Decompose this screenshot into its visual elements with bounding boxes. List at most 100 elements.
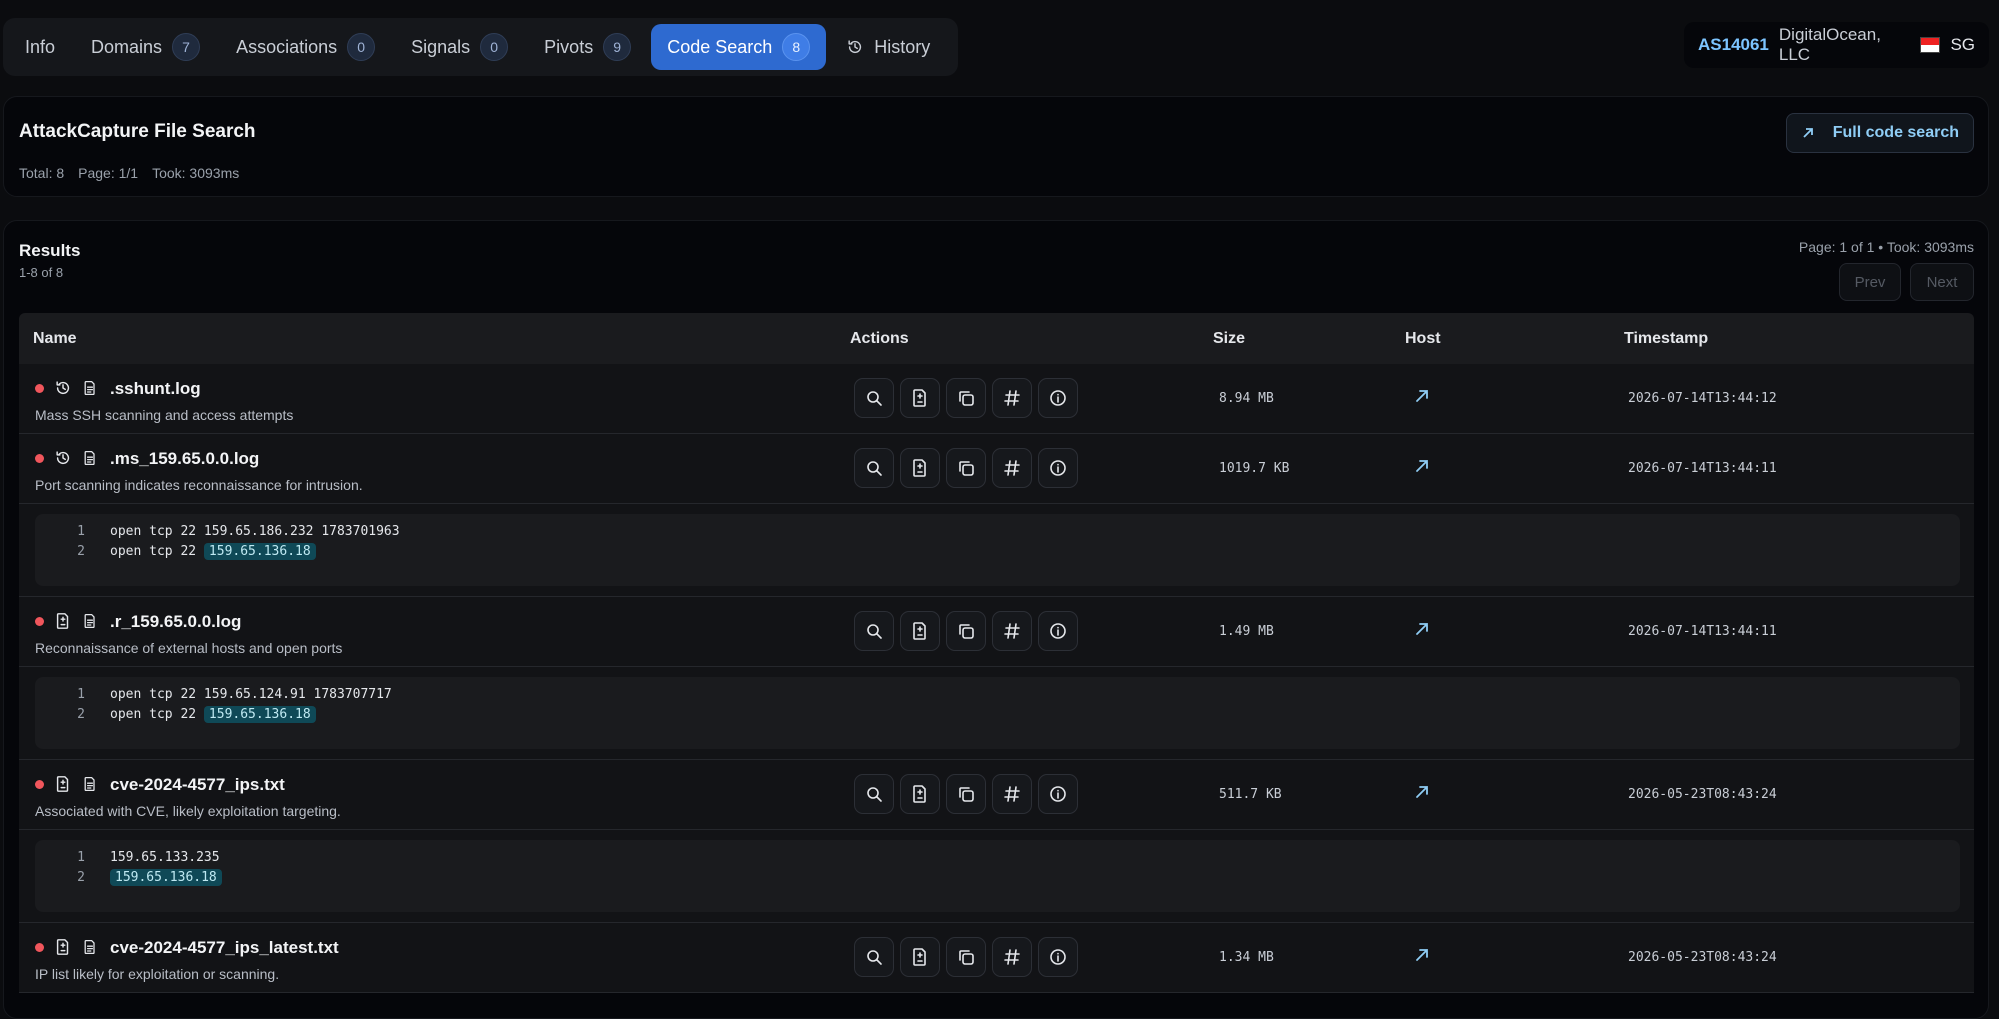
file-text-icon bbox=[84, 939, 95, 955]
arrow-up-right-icon[interactable] bbox=[1412, 456, 1432, 476]
tab-domains[interactable]: Domains 7 bbox=[75, 24, 216, 70]
code-line: 1 open tcp 22 159.65.124.91 1783707717 bbox=[35, 684, 392, 704]
copy-button[interactable] bbox=[946, 611, 986, 651]
copy-icon bbox=[959, 391, 974, 406]
arrow-up-right-icon[interactable] bbox=[1412, 386, 1432, 406]
copy-button[interactable] bbox=[946, 448, 986, 488]
hash-button[interactable] bbox=[992, 448, 1032, 488]
file-name[interactable]: .ms_159.65.0.0.log bbox=[110, 449, 259, 469]
info-button[interactable] bbox=[1038, 448, 1078, 488]
hash-button[interactable] bbox=[992, 378, 1032, 418]
search-title: AttackCapture File Search bbox=[19, 121, 256, 142]
tab-history[interactable]: History bbox=[830, 24, 946, 70]
file-diff-icon bbox=[913, 389, 926, 407]
tab-count-badge: 0 bbox=[480, 33, 509, 61]
table-row[interactable]: .sshunt.log Mass SSH scanning and access … bbox=[19, 364, 1974, 434]
info-button[interactable] bbox=[1038, 611, 1078, 651]
column-timestamp[interactable]: Timestamp bbox=[1624, 330, 1708, 348]
tab-pivots[interactable]: Pivots 9 bbox=[528, 24, 647, 70]
results-table: Name Actions Size Host Timestamp .sshunt… bbox=[19, 313, 1974, 993]
diff-button[interactable] bbox=[900, 774, 940, 814]
hash-button[interactable] bbox=[992, 611, 1032, 651]
info-button[interactable] bbox=[1038, 378, 1078, 418]
next-button[interactable]: Next bbox=[1910, 263, 1974, 301]
code-line: 1 159.65.133.235 bbox=[35, 847, 220, 867]
code-plain: open tcp 22 159.65.186.232 1783701963 bbox=[110, 523, 400, 539]
status-dot bbox=[35, 454, 44, 463]
tab-info[interactable]: Info bbox=[9, 24, 71, 70]
line-number: 1 bbox=[77, 523, 85, 539]
column-name[interactable]: Name bbox=[33, 330, 77, 348]
file-diff-icon bbox=[913, 785, 926, 803]
hash-button[interactable] bbox=[992, 937, 1032, 977]
hash-icon bbox=[1004, 460, 1020, 476]
file-diff-icon bbox=[913, 948, 926, 966]
file-size: 1.49 MB bbox=[1219, 624, 1274, 639]
file-name[interactable]: cve-2024-4577_ips.txt bbox=[110, 775, 285, 795]
table-row[interactable]: cve-2024-4577_ips_latest.txt IP list like… bbox=[19, 923, 1974, 993]
search-button[interactable] bbox=[854, 378, 894, 418]
diff-button[interactable] bbox=[900, 611, 940, 651]
info-button[interactable] bbox=[1038, 937, 1078, 977]
search-button[interactable] bbox=[854, 774, 894, 814]
code-plain: open tcp 22 bbox=[110, 706, 204, 722]
table-row[interactable]: .r_159.65.0.0.log Reconnaissance of exter… bbox=[19, 597, 1974, 667]
asn-org: DigitalOcean, LLC bbox=[1778, 25, 1881, 64]
file-name[interactable]: cve-2024-4577_ips_latest.txt bbox=[110, 938, 339, 958]
column-size[interactable]: Size bbox=[1213, 330, 1245, 348]
line-number: 1 bbox=[77, 849, 85, 865]
singapore-flag-icon bbox=[1919, 37, 1941, 53]
copy-button[interactable] bbox=[946, 774, 986, 814]
hash-button[interactable] bbox=[992, 774, 1032, 814]
tab-label: Associations bbox=[236, 36, 338, 57]
code-snippet: 1 open tcp 22 159.65.124.91 1783707717 2 op… bbox=[19, 667, 1974, 760]
code-plain: 159.65.133.235 bbox=[110, 849, 220, 865]
full-code-search-button[interactable]: Full code search bbox=[1785, 113, 1974, 153]
table-row[interactable]: .ms_159.65.0.0.log Port scanning indicate… bbox=[19, 434, 1974, 504]
line-number: 1 bbox=[77, 686, 85, 702]
search-page: Page: 1/1 bbox=[78, 165, 139, 181]
diff-button[interactable] bbox=[900, 448, 940, 488]
code-text: 159.65.133.235 bbox=[110, 850, 220, 865]
arrow-up-right-icon[interactable] bbox=[1412, 945, 1432, 965]
file-name[interactable]: .sshunt.log bbox=[110, 379, 201, 399]
diff-button[interactable] bbox=[900, 378, 940, 418]
arrow-up-right-icon[interactable] bbox=[1412, 619, 1432, 639]
copy-icon bbox=[959, 950, 974, 965]
asn-number[interactable]: AS14061 bbox=[1698, 35, 1769, 55]
file-diff-icon bbox=[56, 776, 69, 792]
file-size: 8.94 MB bbox=[1219, 391, 1274, 406]
asn-info: AS14061 DigitalOcean, LLC SG bbox=[1684, 22, 1989, 68]
tab-code-search[interactable]: Code Search 8 bbox=[651, 24, 827, 70]
info-icon bbox=[1050, 623, 1066, 639]
file-text-icon bbox=[84, 380, 95, 396]
hash-icon bbox=[1004, 949, 1020, 965]
timestamp: 2026-07-14T13:44:11 bbox=[1628, 461, 1777, 476]
history-icon bbox=[848, 40, 862, 54]
search-button[interactable] bbox=[854, 448, 894, 488]
top-bar: Info Domains 7 Associations 0 Signals 0 Pivots 9… bbox=[3, 18, 1989, 76]
copy-button[interactable] bbox=[946, 937, 986, 977]
tab-associations[interactable]: Associations 0 bbox=[220, 24, 391, 70]
row-actions bbox=[854, 937, 1078, 977]
file-size: 1019.7 KB bbox=[1219, 461, 1290, 476]
file-name[interactable]: .r_159.65.0.0.log bbox=[110, 612, 241, 632]
tab-signals[interactable]: Signals 0 bbox=[395, 24, 524, 70]
diff-button[interactable] bbox=[900, 937, 940, 977]
info-button[interactable] bbox=[1038, 774, 1078, 814]
search-button[interactable] bbox=[854, 937, 894, 977]
arrow-up-right-icon[interactable] bbox=[1412, 782, 1432, 802]
search-icon bbox=[867, 391, 882, 406]
table-row[interactable]: cve-2024-4577_ips.txt Associated with CVE… bbox=[19, 760, 1974, 830]
row-actions bbox=[854, 611, 1078, 651]
full-code-search-label: Full code search bbox=[1832, 124, 1959, 141]
copy-button[interactable] bbox=[946, 378, 986, 418]
file-diff-icon bbox=[913, 459, 926, 477]
file-size: 511.7 KB bbox=[1219, 787, 1282, 802]
column-host: Host bbox=[1405, 330, 1441, 347]
search-button[interactable] bbox=[854, 611, 894, 651]
status-dot bbox=[35, 384, 44, 393]
code-snippet-box: 1 159.65.133.235 2 159.65.136.18 bbox=[35, 840, 1960, 912]
tab-bar: Info Domains 7 Associations 0 Signals 0 Pivots 9… bbox=[3, 18, 958, 76]
prev-button[interactable]: Prev bbox=[1839, 263, 1901, 301]
